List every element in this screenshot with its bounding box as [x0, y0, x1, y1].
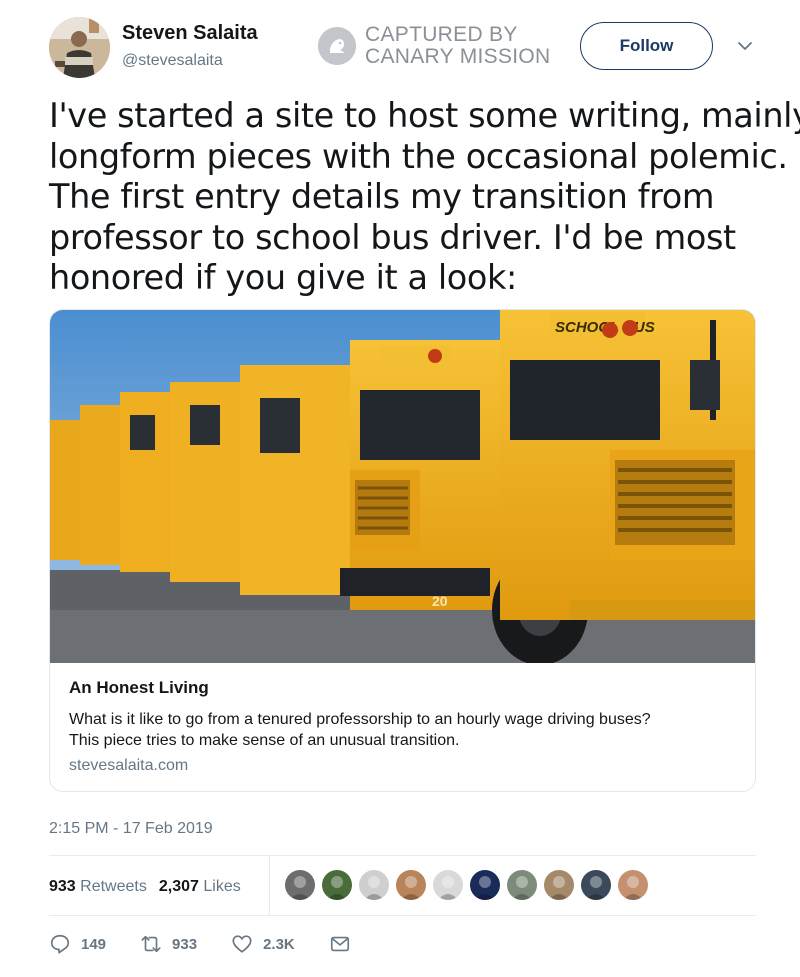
- retweets-stat[interactable]: 933 Retweets: [49, 878, 147, 896]
- liker-avatar[interactable]: [396, 870, 426, 900]
- reply-button[interactable]: 149: [49, 933, 106, 955]
- like-button[interactable]: 2.3K: [231, 933, 295, 955]
- tweet-stats: 933 Retweets 2,307 Likes: [49, 868, 253, 906]
- likes-count: 2,307: [158, 878, 199, 895]
- liker-avatar[interactable]: [618, 870, 648, 900]
- user-handle[interactable]: @stevesalaita: [122, 52, 223, 70]
- bus-number: 20: [432, 593, 448, 609]
- retweet-icon: [141, 935, 161, 953]
- tweet-line: professor to school bus driver. I'd be m…: [49, 217, 736, 257]
- link-card[interactable]: 20 SCHOOL BUS An Honest Living What is i…: [49, 309, 756, 792]
- liker-avatar[interactable]: [322, 870, 352, 900]
- card-image[interactable]: 20 SCHOOL BUS: [50, 310, 755, 665]
- tweet-line: The first entry details my transition fr…: [49, 177, 715, 216]
- card-title[interactable]: An Honest Living: [69, 678, 209, 698]
- retweet-button[interactable]: 933: [140, 933, 197, 955]
- avatar[interactable]: [49, 17, 110, 78]
- tweet-line: I've started a site to host some writing…: [49, 96, 800, 135]
- liker-avatar[interactable]: [359, 870, 389, 900]
- liker-avatar[interactable]: [581, 870, 611, 900]
- canary-logo-icon: [318, 27, 356, 65]
- chevron-down-icon[interactable]: [735, 38, 755, 54]
- reply-icon: [50, 934, 70, 954]
- tweet-line: honored if you give it a look:: [49, 258, 517, 297]
- envelope-icon: [330, 936, 349, 952]
- liker-avatar[interactable]: [285, 870, 315, 900]
- liker-avatar[interactable]: [507, 870, 537, 900]
- captured-line-2: CANARY MISSION: [365, 45, 551, 68]
- retweets-label: Retweets: [80, 878, 147, 895]
- card-url[interactable]: stevesalaita.com: [69, 757, 188, 775]
- card-description-line: This piece tries to make sense of an unu…: [69, 732, 460, 749]
- stats-separator: [269, 856, 270, 915]
- likes-label: Likes: [203, 878, 241, 895]
- likes-stat[interactable]: 2,307 Likes: [159, 878, 241, 896]
- tweet-actions: 149 933 2.3K: [49, 931, 395, 957]
- tweet-text: I've started a site to host some writing…: [49, 96, 800, 299]
- user-name[interactable]: Steven Salaita: [122, 22, 258, 45]
- retweet-count: 933: [172, 935, 198, 953]
- follow-button[interactable]: Follow: [580, 22, 713, 70]
- tweet-timestamp[interactable]: 2:15 PM - 17 Feb 2019: [49, 820, 213, 838]
- retweets-count: 933: [49, 878, 76, 895]
- reply-count: 149: [81, 935, 107, 953]
- liker-avatar[interactable]: [433, 870, 463, 900]
- captured-text: CAPTURED BY CANARY MISSION: [365, 24, 550, 68]
- divider: [49, 915, 756, 916]
- tweet-header: Steven Salaita @stevesalaita CAPTURED BY…: [0, 0, 800, 90]
- card-description: What is it like to go from a tenured pro…: [69, 709, 749, 751]
- liker-avatars: [285, 870, 655, 900]
- captured-line-1: CAPTURED BY: [365, 23, 518, 46]
- heart-icon: [232, 935, 252, 953]
- liker-avatar[interactable]: [544, 870, 574, 900]
- captured-watermark: CAPTURED BY CANARY MISSION: [318, 22, 550, 70]
- tweet-line: longform pieces with the occasional pole…: [49, 136, 788, 176]
- card-description-line: What is it like to go from a tenured pro…: [69, 711, 651, 728]
- direct-message-button[interactable]: [329, 933, 361, 955]
- liker-avatar[interactable]: [470, 870, 500, 900]
- divider: [49, 855, 756, 856]
- like-count: 2.3K: [263, 935, 295, 953]
